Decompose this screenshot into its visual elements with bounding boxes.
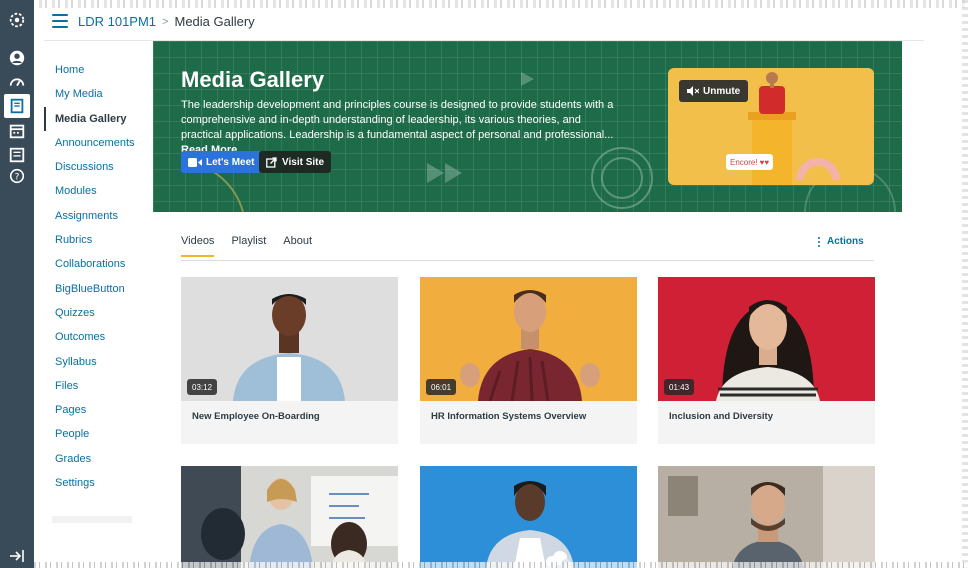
- media-tabs: Videos Playlist About: [181, 235, 312, 257]
- video-title[interactable]: Inclusion and Diversity: [658, 401, 875, 432]
- dashboard-icon[interactable]: [7, 72, 27, 92]
- course-nav-assignments[interactable]: Assignments: [44, 204, 144, 228]
- torn-edge-right: [962, 0, 968, 568]
- visit-site-label: Visit Site: [282, 156, 325, 168]
- course-nav-announcements[interactable]: Announcements: [44, 131, 144, 155]
- hamburger-menu-icon[interactable]: [52, 14, 68, 28]
- torn-edge-bottom: [34, 562, 968, 568]
- breadcrumb-current: Media Gallery: [174, 14, 255, 29]
- video-duration: 03:12: [187, 379, 218, 395]
- tab-videos[interactable]: Videos: [181, 235, 215, 257]
- actions-button[interactable]: Actions: [818, 236, 864, 247]
- course-nav-collaborations[interactable]: Collaborations: [44, 252, 144, 276]
- hero-description: The leadership development and principle…: [181, 98, 621, 158]
- global-nav: ?: [0, 0, 34, 568]
- hero-description-text: The leadership development and principle…: [181, 99, 614, 141]
- course-nav-pages[interactable]: Pages: [44, 398, 144, 422]
- video-thumbnail[interactable]: 06:01: [420, 277, 637, 401]
- video-title[interactable]: HR Information Systems Overview: [420, 401, 637, 432]
- course-nav-home[interactable]: Home: [44, 58, 144, 82]
- video-camera-icon: [188, 157, 202, 167]
- course-nav-grades[interactable]: Grades: [44, 447, 144, 471]
- video-card[interactable]: [658, 466, 875, 568]
- course-nav-outcomes[interactable]: Outcomes: [44, 325, 144, 349]
- unmute-label: Unmute: [703, 85, 741, 97]
- breadcrumb: LDR 101PM1 > Media Gallery: [78, 14, 255, 29]
- video-thumbnail[interactable]: [420, 466, 637, 568]
- calendar-icon[interactable]: [7, 121, 27, 141]
- course-nav: Home My Media Media Gallery Announcement…: [44, 58, 144, 495]
- unmute-button[interactable]: Unmute: [679, 80, 749, 102]
- course-nav-media-gallery[interactable]: Media Gallery: [44, 106, 144, 131]
- video-thumbnail[interactable]: [181, 466, 398, 568]
- promo-video[interactable]: Unmute Encore! ♥♥: [668, 68, 874, 185]
- breadcrumb-course-link[interactable]: LDR 101PM1: [78, 14, 156, 29]
- video-card[interactable]: 06:01 HR Information Systems Overview: [420, 277, 637, 444]
- inbox-icon[interactable]: [7, 145, 27, 165]
- video-thumbnail[interactable]: 03:12: [181, 277, 398, 401]
- video-thumbnail[interactable]: [658, 466, 875, 568]
- tabs-divider: [181, 260, 874, 261]
- course-nav-quizzes[interactable]: Quizzes: [44, 301, 144, 325]
- actions-label: Actions: [827, 236, 864, 247]
- tab-about[interactable]: About: [283, 235, 312, 257]
- video-thumbnail-image: [658, 466, 875, 568]
- tab-playlist[interactable]: Playlist: [231, 235, 266, 257]
- svg-text:?: ?: [15, 173, 20, 183]
- video-card[interactable]: [181, 466, 398, 568]
- kebab-menu-icon: [818, 236, 820, 247]
- video-thumbnail-image: [486, 481, 574, 568]
- lets-meet-label: Let's Meet: [206, 156, 255, 168]
- course-nav-modules[interactable]: Modules: [44, 179, 144, 203]
- collapse-icon[interactable]: [8, 548, 26, 564]
- lets-meet-button[interactable]: Let's Meet: [181, 151, 262, 173]
- visit-site-button[interactable]: Visit Site: [259, 151, 332, 173]
- courses-icon[interactable]: [4, 94, 30, 118]
- course-nav-people[interactable]: People: [44, 422, 144, 446]
- encore-text: Encore!: [730, 157, 758, 167]
- muted-speaker-icon: [687, 86, 699, 96]
- course-nav-syllabus[interactable]: Syllabus: [44, 350, 144, 374]
- course-nav-rubrics[interactable]: Rubrics: [44, 228, 144, 252]
- course-nav-bigbluebutton[interactable]: BigBlueButton: [44, 277, 144, 301]
- encore-speech-bubble: Encore! ♥♥: [726, 154, 774, 170]
- account-icon[interactable]: [7, 48, 27, 68]
- help-icon[interactable]: ?: [7, 166, 27, 186]
- course-nav-my-media[interactable]: My Media: [44, 82, 144, 106]
- nav-placeholder-bar: [52, 516, 132, 523]
- course-nav-files[interactable]: Files: [44, 374, 144, 398]
- video-card[interactable]: 03:12 New Employee On-Boarding: [181, 277, 398, 444]
- course-nav-discussions[interactable]: Discussions: [44, 155, 144, 179]
- logo-icon[interactable]: [7, 10, 27, 30]
- course-nav-settings[interactable]: Settings: [44, 471, 144, 495]
- torn-edge-top: [0, 0, 968, 8]
- video-card[interactable]: [420, 466, 637, 568]
- video-thumbnail-image: [181, 466, 398, 568]
- external-link-icon: [266, 156, 277, 168]
- hero-title: Media Gallery: [181, 67, 325, 92]
- video-thumbnail[interactable]: 01:43: [658, 277, 875, 401]
- hero-banner: Media Gallery The leadership development…: [153, 41, 902, 212]
- video-card[interactable]: 01:43 Inclusion and Diversity: [658, 277, 875, 444]
- video-duration: 06:01: [426, 379, 457, 395]
- chevron-right-icon: >: [162, 15, 169, 28]
- video-duration: 01:43: [664, 379, 695, 395]
- video-title[interactable]: New Employee On-Boarding: [181, 401, 398, 432]
